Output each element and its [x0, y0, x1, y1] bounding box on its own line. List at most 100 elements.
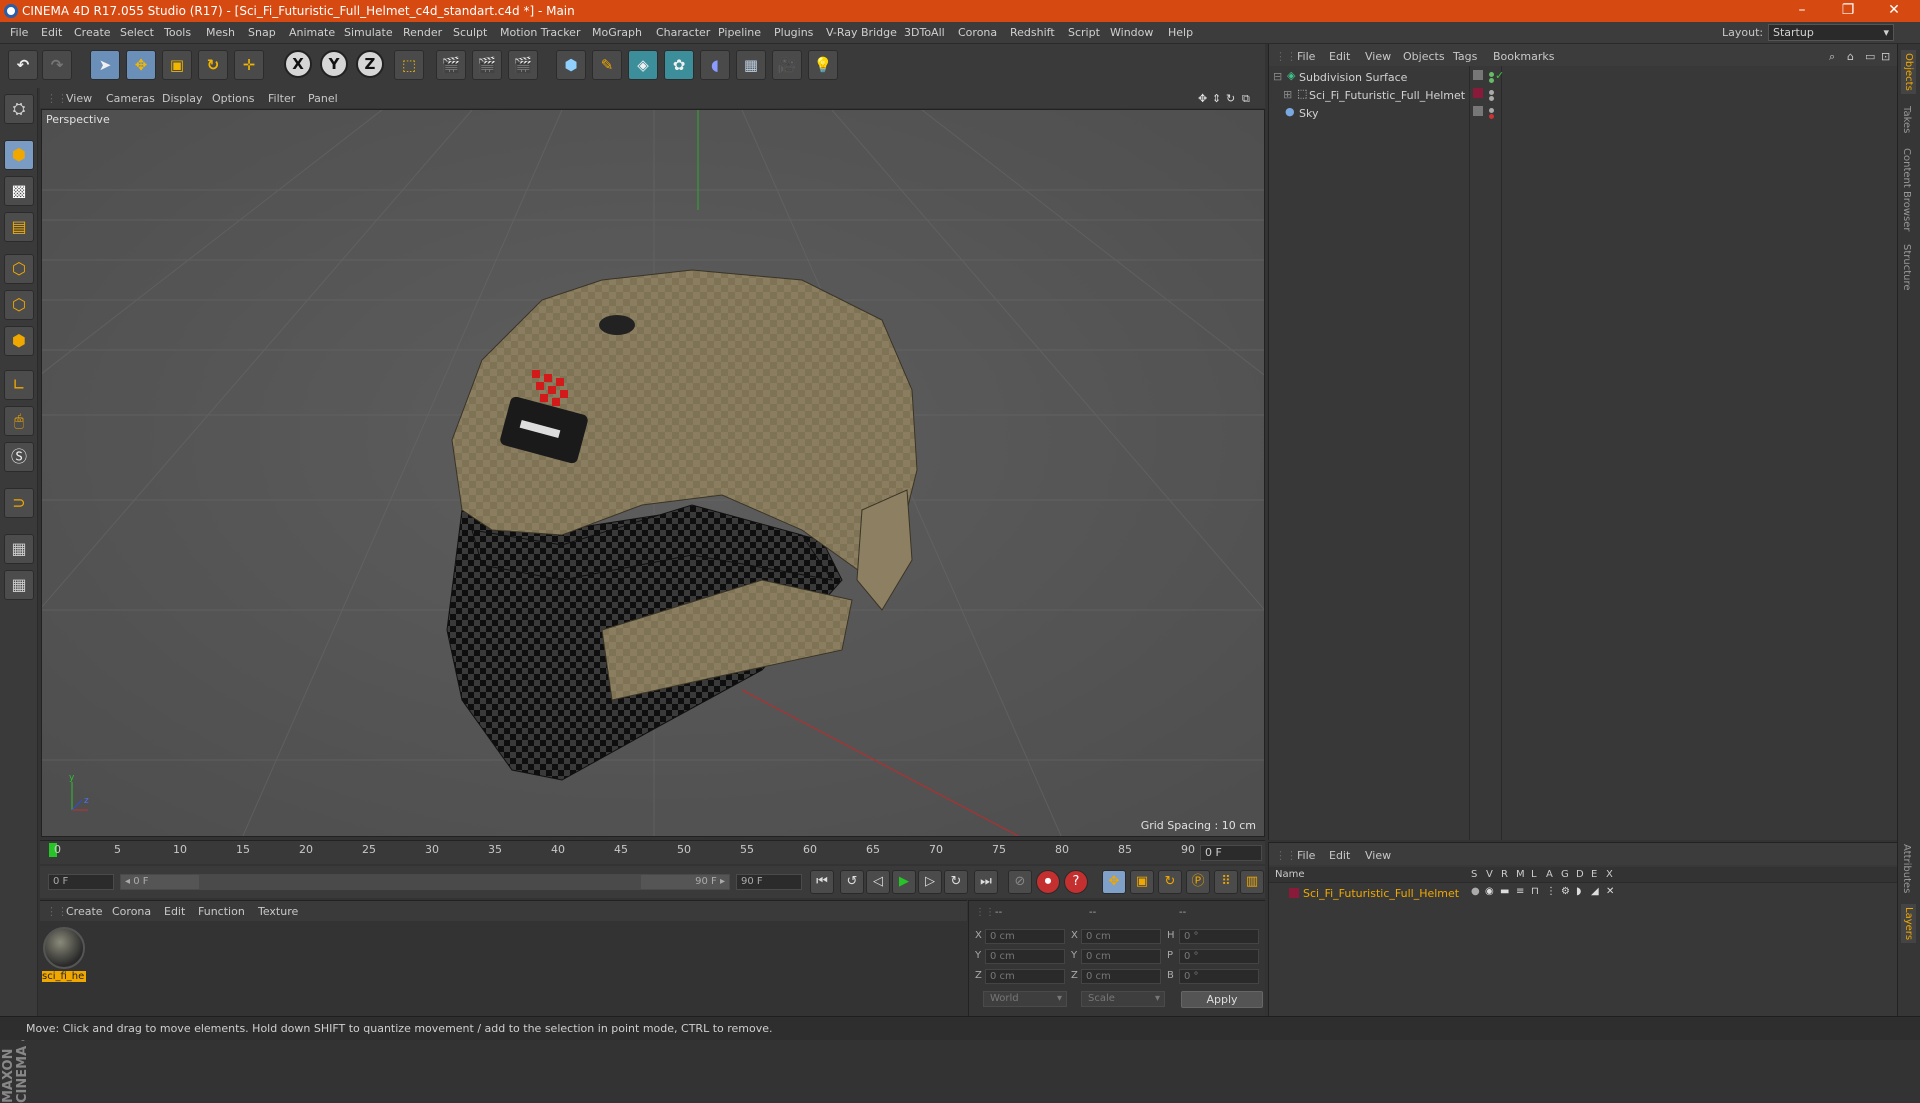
subdivision-surface-icon[interactable]: ◈ — [628, 50, 658, 80]
key-rotation-icon[interactable]: ↻ — [1158, 870, 1182, 894]
menu-plugins[interactable]: Plugins — [774, 26, 813, 39]
start-frame-field[interactable]: 0 F — [48, 874, 114, 890]
autokey-icon[interactable]: ? — [1064, 870, 1088, 894]
object-row-sky[interactable]: ● Sky — [1269, 104, 1898, 122]
menu-pipeline[interactable]: Pipeline — [718, 26, 761, 39]
lock-toggle-icon[interactable]: ⊓ — [1531, 886, 1539, 897]
material-name-label[interactable]: sci_fi_he — [42, 971, 86, 982]
cube-primitive-icon[interactable]: ⬢ — [556, 50, 586, 80]
layer-menu-edit[interactable]: Edit — [1329, 849, 1350, 862]
menu-redshift[interactable]: Redshift — [1010, 26, 1055, 39]
render-visibility-dot[interactable] — [1489, 96, 1494, 101]
viewport-menu-view[interactable]: View — [66, 92, 92, 105]
menu-tools[interactable]: Tools — [164, 26, 191, 39]
move-tool-icon[interactable]: ✥ — [126, 50, 156, 80]
key-position-icon[interactable]: ✥ — [1102, 870, 1126, 894]
tab-layers[interactable]: Layers — [1901, 904, 1916, 944]
expression-toggle-icon[interactable]: ◢ — [1591, 886, 1599, 897]
object-name[interactable]: Sky — [1299, 107, 1318, 120]
axis-mode-icon[interactable]: ∟ — [4, 370, 34, 400]
current-frame-field[interactable]: 0 F — [1200, 845, 1262, 861]
rotate-tool-icon[interactable]: ↻ — [198, 50, 228, 80]
new-window-icon[interactable]: ▭ — [1865, 50, 1875, 63]
close-button[interactable]: ✕ — [1874, 2, 1914, 20]
solo-toggle-icon[interactable]: ● — [1471, 886, 1480, 897]
preview-range-slider[interactable] — [200, 874, 670, 890]
floor-scene-icon[interactable]: ▦ — [736, 50, 766, 80]
object-menu-tags[interactable]: Tags — [1453, 50, 1477, 63]
next-key-icon[interactable]: ↻ — [944, 870, 968, 894]
enabled-check-icon[interactable]: ✓ — [1495, 69, 1504, 82]
redo-icon[interactable]: ↷ — [42, 50, 72, 80]
editor-visibility-dot[interactable] — [1489, 90, 1494, 95]
material-menu-create[interactable]: Create — [66, 905, 103, 918]
tweak-mode-icon[interactable]: 🖱 — [4, 406, 34, 436]
live-selection-icon[interactable]: ➤ — [90, 50, 120, 80]
col-solo[interactable]: S — [1471, 869, 1477, 880]
xref-toggle-icon[interactable]: ✕ — [1606, 886, 1614, 897]
editor-visibility-dot[interactable] — [1489, 108, 1494, 113]
col-render[interactable]: R — [1501, 869, 1508, 880]
layer-menu-view[interactable]: View — [1365, 849, 1391, 862]
coordinate-space-dropdown[interactable]: World ▾ — [983, 991, 1067, 1007]
tab-objects[interactable]: Objects — [1901, 50, 1916, 94]
render-toggle-icon[interactable]: ▬ — [1500, 886, 1509, 897]
render-visibility-dot[interactable] — [1489, 78, 1494, 83]
manager-toggle-icon[interactable]: ≡ — [1516, 886, 1524, 897]
spline-pen-icon[interactable]: ✎ — [592, 50, 622, 80]
collapse-icon[interactable]: ⊟ — [1273, 70, 1282, 83]
rot-p-field[interactable]: 0 ° — [1179, 949, 1259, 964]
edges-mode-icon[interactable]: ⬡ — [4, 290, 34, 320]
model-mode-icon[interactable]: ⬢ — [4, 140, 34, 170]
range-end-handle[interactable]: 90 F ▸ — [640, 874, 730, 890]
menu-window[interactable]: Window — [1110, 26, 1153, 39]
col-deformers[interactable]: D — [1576, 869, 1584, 880]
menu-corona[interactable]: Corona — [958, 26, 997, 39]
menu-simulate[interactable]: Simulate — [344, 26, 393, 39]
mograph-cloner-icon[interactable]: ✿ — [664, 50, 694, 80]
menu-file[interactable]: File — [10, 26, 28, 39]
tab-content-browser[interactable]: Content Browser — [1901, 148, 1912, 231]
menu-sculpt[interactable]: Sculpt — [453, 26, 487, 39]
recent-tools-icon[interactable]: ✛ — [234, 50, 264, 80]
editor-visibility-dot[interactable] — [1489, 72, 1494, 77]
layer-color-swatch[interactable] — [1289, 888, 1299, 898]
viewport-menu-cameras[interactable]: Cameras — [106, 92, 155, 105]
object-menu-objects[interactable]: Objects — [1403, 50, 1445, 63]
menu-mesh[interactable]: Mesh — [206, 26, 235, 39]
viewport-menu-panel[interactable]: Panel — [308, 92, 338, 105]
object-row-subdivision-surface[interactable]: ⊟ ◈ Subdivision Surface ✓ — [1269, 68, 1898, 86]
object-name[interactable]: Sci_Fi_Futuristic_Full_Helmet — [1309, 89, 1465, 102]
generator-toggle-icon[interactable]: ⚙ — [1561, 886, 1570, 897]
motion-record-icon[interactable]: ⊘ — [1008, 870, 1032, 894]
make-editable-icon[interactable]: ⛭ — [4, 94, 34, 124]
edit-render-settings-icon[interactable]: 🎬 — [508, 50, 538, 80]
z-axis-lock-button[interactable]: Z — [356, 50, 384, 78]
layer-color-icon[interactable] — [1473, 106, 1483, 116]
menu-motion-tracker[interactable]: Motion Tracker — [500, 26, 580, 39]
previous-key-icon[interactable]: ↺ — [840, 870, 864, 894]
planar-workplane-icon[interactable]: ▦ — [4, 570, 34, 600]
menu-snap[interactable]: Snap — [248, 26, 276, 39]
texture-mode-icon[interactable]: ▩ — [4, 176, 34, 206]
size-z-field[interactable]: 0 cm — [1081, 969, 1161, 984]
y-axis-lock-button[interactable]: Y — [320, 50, 348, 78]
object-menu-file[interactable]: File — [1297, 50, 1315, 63]
menu-create[interactable]: Create — [74, 26, 111, 39]
col-expressions[interactable]: E — [1591, 869, 1597, 880]
layout-dropdown[interactable]: Startup ▾ — [1768, 24, 1894, 41]
material-menu-edit[interactable]: Edit — [164, 905, 185, 918]
menu-3dtoall[interactable]: 3DToAll — [904, 26, 945, 39]
viewport-menu-filter[interactable]: Filter — [268, 92, 295, 105]
rot-b-field[interactable]: 0 ° — [1179, 969, 1259, 984]
rot-h-field[interactable]: 0 ° — [1179, 929, 1259, 944]
x-axis-lock-button[interactable]: X — [284, 50, 312, 78]
tab-takes[interactable]: Takes — [1901, 106, 1912, 133]
object-menu-edit[interactable]: Edit — [1329, 50, 1350, 63]
view-toggle-icon[interactable]: ◉ — [1485, 886, 1494, 897]
next-frame-icon[interactable]: ▷ — [918, 870, 942, 894]
material-menu-corona[interactable]: Corona — [112, 905, 151, 918]
expand-icon[interactable]: ⊞ — [1283, 88, 1292, 101]
col-manager[interactable]: M — [1516, 869, 1525, 880]
material-menu-function[interactable]: Function — [198, 905, 245, 918]
